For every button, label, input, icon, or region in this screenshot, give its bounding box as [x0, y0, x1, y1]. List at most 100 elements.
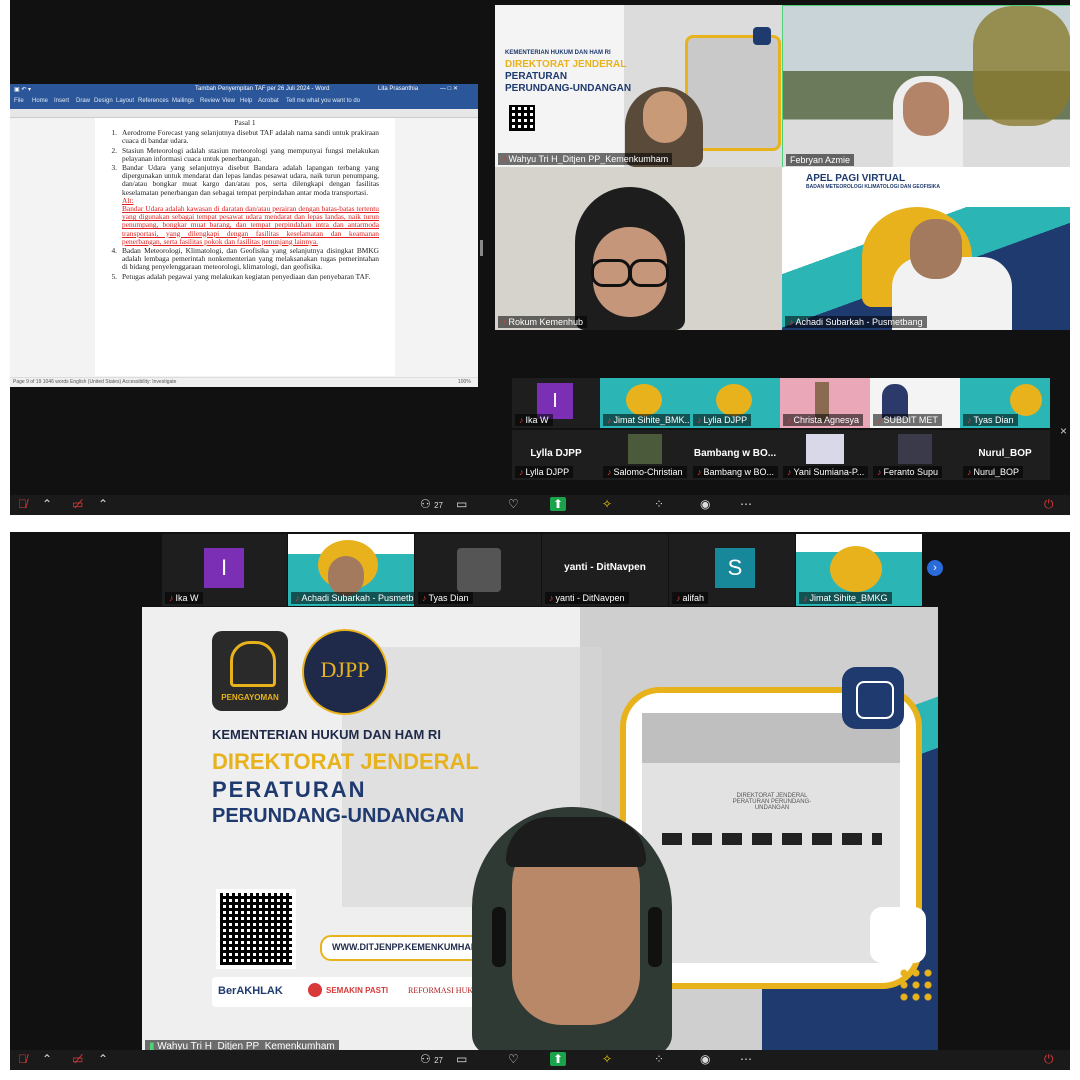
strip-tile-alifah[interactable]: S ♪ alifah: [669, 534, 795, 606]
ribbon-tab-acrobat[interactable]: Acrobat: [258, 98, 279, 104]
strip-tile-yanti[interactable]: yanti - DitNavpen ♪ yanti - DitNavpen: [542, 534, 668, 606]
ribbon-tab-file[interactable]: File: [14, 98, 24, 104]
ribbon-tab-draw[interactable]: Draw: [76, 98, 90, 104]
strip-tile-ika[interactable]: I ♪ Ika W: [512, 378, 600, 428]
video-tile-febryan[interactable]: Febryan Azmie: [782, 5, 1070, 169]
participants-icon[interactable]: ⚇ 27: [420, 1052, 443, 1066]
tell-me-search[interactable]: Tell me what you want to do: [286, 98, 360, 104]
strip-tile-christa[interactable]: ♪ Christa Agnesya: [780, 378, 870, 428]
strip-tile-yani[interactable]: ♪ Yani Sumiana-P...: [780, 430, 870, 480]
person-silhouette: [882, 384, 908, 418]
participant-name: Febryan Azmie: [786, 154, 855, 166]
share-screen-icon[interactable]: ⬆: [550, 1052, 567, 1066]
mic-icon: ♪: [502, 154, 507, 164]
video-off-icon[interactable]: ▭̸: [72, 1052, 83, 1066]
tile-label: yanti - DitNavpen: [564, 562, 646, 573]
ai-sparkle-icon[interactable]: ✧: [602, 497, 612, 511]
record-icon[interactable]: ◉: [700, 1052, 710, 1066]
headphone-right: [648, 907, 662, 967]
small-banner-line2: DIREKTORAT JENDERAL: [505, 59, 627, 70]
strip-tile-tyas[interactable]: ♪ Tyas Dian: [960, 378, 1050, 428]
chevron-up-icon[interactable]: ⌃: [42, 497, 52, 511]
alt-text: Bandar Udara adalah kawasan di daratan d…: [122, 204, 379, 246]
strip-tile-ika[interactable]: I ♪ Ika W: [162, 534, 287, 606]
reactions-icon[interactable]: ♡: [508, 1052, 519, 1066]
doc-item-number: 3.: [111, 163, 117, 173]
video-tile-rokum[interactable]: ♪ Rokum Kemenhub: [495, 167, 782, 330]
split-handle[interactable]: [480, 240, 483, 256]
word-ruler: [10, 109, 478, 118]
chat-icon[interactable]: ▭: [456, 497, 467, 511]
close-strip-icon[interactable]: ×: [1060, 424, 1067, 438]
participant-name: ♪Achadi Subarkah - Pusmetbang: [785, 316, 927, 328]
video-tile-wahyu[interactable]: KEMENTERIAN HUKUM DAN HAM RI DIREKTORAT …: [495, 5, 782, 167]
speaker-video[interactable]: DIREKTORAT JENDERAL PERATURAN PERUNDANG-…: [142, 607, 938, 1055]
ribbon-tab-insert[interactable]: Insert: [54, 98, 69, 104]
share-screen-icon[interactable]: ⬆: [550, 497, 567, 511]
doc-item-text: Bandar Udara yang selanjutnya disebut Ba…: [122, 163, 379, 197]
doc-item-3: 3. Bandar Udara yang selanjutnya disebut…: [101, 163, 379, 246]
ribbon-tab-help[interactable]: Help: [240, 98, 252, 104]
top-meeting-screenshot: ▣ ↶ ▾ Tambah Penyempitan TAF per 26 Juli…: [10, 0, 1070, 515]
hexagon-icon: [842, 667, 904, 729]
record-icon[interactable]: ◉: [700, 497, 710, 511]
doc-item-number: 5.: [111, 271, 117, 281]
leave-icon[interactable]: ⏻: [1044, 1052, 1054, 1067]
strip-tile-bambang[interactable]: Bambang w BO... ♪ Bambang w BO...: [690, 430, 780, 480]
mute-icon[interactable]: 🎙̸: [18, 1052, 27, 1066]
glasses-right: [629, 259, 669, 287]
zoom-level[interactable]: 100%: [458, 379, 471, 385]
video-off-icon[interactable]: ▭̸: [72, 497, 83, 511]
avatar: I: [204, 548, 244, 588]
pengayoman-emblem: [230, 641, 276, 687]
ribbon-tab-review[interactable]: Review: [200, 98, 220, 104]
apps-icon[interactable]: ⁘: [654, 1052, 664, 1066]
strip-tile-lylia[interactable]: ♪ Lylia DJPP: [690, 378, 780, 428]
chat-icon[interactable]: ▭: [456, 1052, 467, 1066]
doc-item-1: 1. Aerodrome Forecast yang selanjutnya di…: [101, 128, 379, 145]
strip-tile-subdit-met[interactable]: ♪ SUBDIT MET: [870, 378, 960, 428]
apps-icon[interactable]: ⁘: [654, 497, 664, 511]
small-banner-line1: KEMENTERIAN HUKUM DAN HAM RI: [505, 50, 611, 56]
save-icon[interactable]: ▣ ↶ ▾: [14, 86, 31, 93]
strip-tile-lylla[interactable]: Lylla DJPP ♪ Lylla DJPP: [512, 430, 600, 480]
bmkg-title: APEL PAGI VIRTUAL: [806, 173, 906, 184]
strip-tile-jimat[interactable]: ♪ Jimat Sihite_BMKG: [796, 534, 922, 606]
strip-tile-feranto[interactable]: ♪ Feranto Supu: [870, 430, 960, 480]
participant-name: ♪ yanti - DitNavpen: [545, 592, 629, 604]
ribbon-tab-layout[interactable]: Layout: [116, 98, 134, 104]
video-tile-achadi[interactable]: APEL PAGI VIRTUAL BADAN METEOROLOGI KLIM…: [782, 167, 1070, 330]
ribbon-tab-mailings[interactable]: Mailings: [172, 98, 194, 104]
strip-tile-salomo[interactable]: ♪ Salomo-Christian: [600, 430, 690, 480]
mute-icon[interactable]: 🎙̸: [18, 497, 27, 511]
ribbon-tab-home[interactable]: Home: [32, 98, 48, 104]
strip-tile-tyas[interactable]: ♪ Tyas Dian: [415, 534, 541, 606]
ribbon-tab-view[interactable]: View: [222, 98, 235, 104]
ai-sparkle-icon[interactable]: ✧: [602, 1052, 612, 1066]
window-controls[interactable]: — □ ✕: [440, 85, 458, 92]
person-face: [910, 219, 962, 279]
participant-name: ♪ Lylla DJPP: [515, 466, 574, 478]
strip-tile-achadi[interactable]: ♪Achadi Subarkah - Pusmetbang: [288, 534, 414, 606]
strip-tile-nurul[interactable]: Nurul_BOP ♪ Nurul_BOP: [960, 430, 1050, 480]
chevron-up-icon[interactable]: ⌃: [42, 1052, 52, 1066]
chevron-up-icon[interactable]: ⌃: [98, 497, 108, 511]
speaker-hair: [506, 817, 646, 867]
more-icon[interactable]: ⋯: [740, 1052, 752, 1066]
ribbon-tab-references[interactable]: References: [138, 98, 169, 104]
word-page[interactable]: Pasal 1 1. Aerodrome Forecast yang selanj…: [95, 118, 395, 376]
website-pill: WWW.DITJENPP.KEMENKUMHAM...: [320, 935, 494, 961]
more-icon[interactable]: ⋯: [740, 497, 752, 511]
leave-icon[interactable]: ⏻: [1044, 497, 1054, 512]
djpp-logo: DJPP: [302, 629, 388, 715]
next-page-icon[interactable]: ›: [927, 560, 943, 576]
strip-tile-jimat[interactable]: ♪ Jimat Sihite_BMK...: [600, 378, 690, 428]
participants-icon[interactable]: ⚇ 27: [420, 497, 443, 511]
ribbon-tab-design[interactable]: Design: [94, 98, 113, 104]
reactions-icon[interactable]: ♡: [508, 497, 519, 511]
participant-strip: I ♪ Ika W ♪ Jimat Sihite_BMK... ♪ Lylia DJP…: [512, 378, 1054, 484]
doc-item-number: 1.: [111, 128, 117, 138]
website-text: WWW.DITJENPP.KEMENKUMHAM...: [332, 942, 486, 952]
chevron-up-icon[interactable]: ⌃: [98, 1052, 108, 1066]
participant-name: ♪ alifah: [672, 592, 709, 604]
